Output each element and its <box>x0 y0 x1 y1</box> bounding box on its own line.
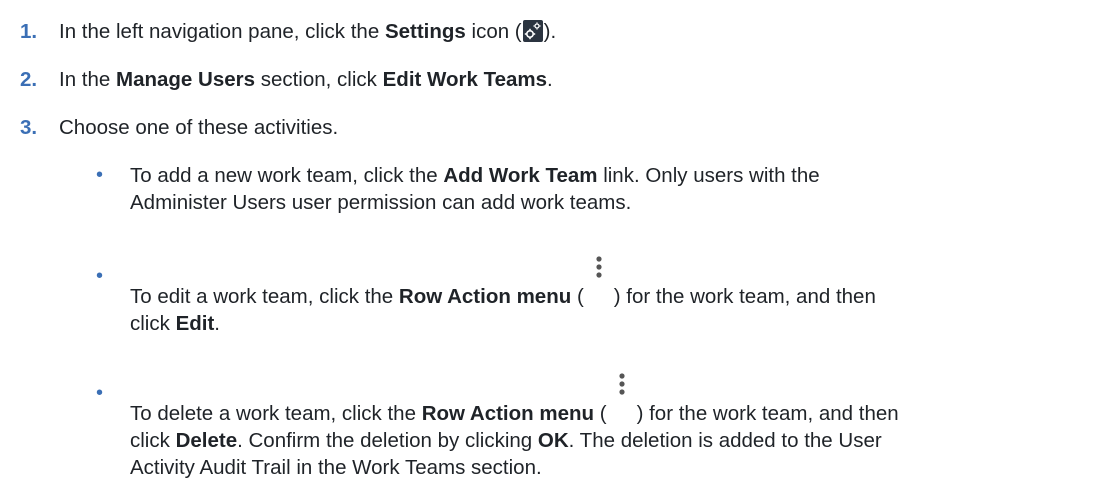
delete-label: Delete <box>175 429 238 452</box>
bullet-text: To add a new work team, click the Add Wo… <box>130 164 820 214</box>
bullet-dot: • <box>96 265 104 287</box>
add-work-team-label: Add Work Team <box>443 164 598 187</box>
vertical-ellipsis-icon <box>584 256 614 299</box>
settings-label: Settings <box>384 20 466 43</box>
bullet-dot: • <box>96 164 104 186</box>
step-text: In the left navigation pane, click the S… <box>59 20 557 43</box>
vertical-ellipsis-icon <box>607 373 637 416</box>
step-number: 2. <box>20 68 38 91</box>
manage-users-label: Manage Users <box>116 68 256 91</box>
bullet-text: To edit a work team, click the Row Actio… <box>130 256 1110 337</box>
edit-label: Edit <box>175 312 215 335</box>
step-number: 3. <box>20 116 38 139</box>
edit-work-teams-label: Edit Work Teams <box>382 68 548 91</box>
step-text: In the Manage Users section, click Edit … <box>59 68 553 91</box>
step-text: Choose one of these activities. <box>59 116 339 139</box>
row-action-menu-label: Row Action menu <box>421 402 595 425</box>
gear-icon <box>522 20 543 42</box>
bullet-text: To delete a work team, click the Row Act… <box>130 373 1110 481</box>
bullet-dot: • <box>96 382 104 404</box>
row-action-menu-label: Row Action menu <box>398 285 572 308</box>
step-number: 1. <box>20 20 38 43</box>
ok-label: OK <box>537 429 569 452</box>
